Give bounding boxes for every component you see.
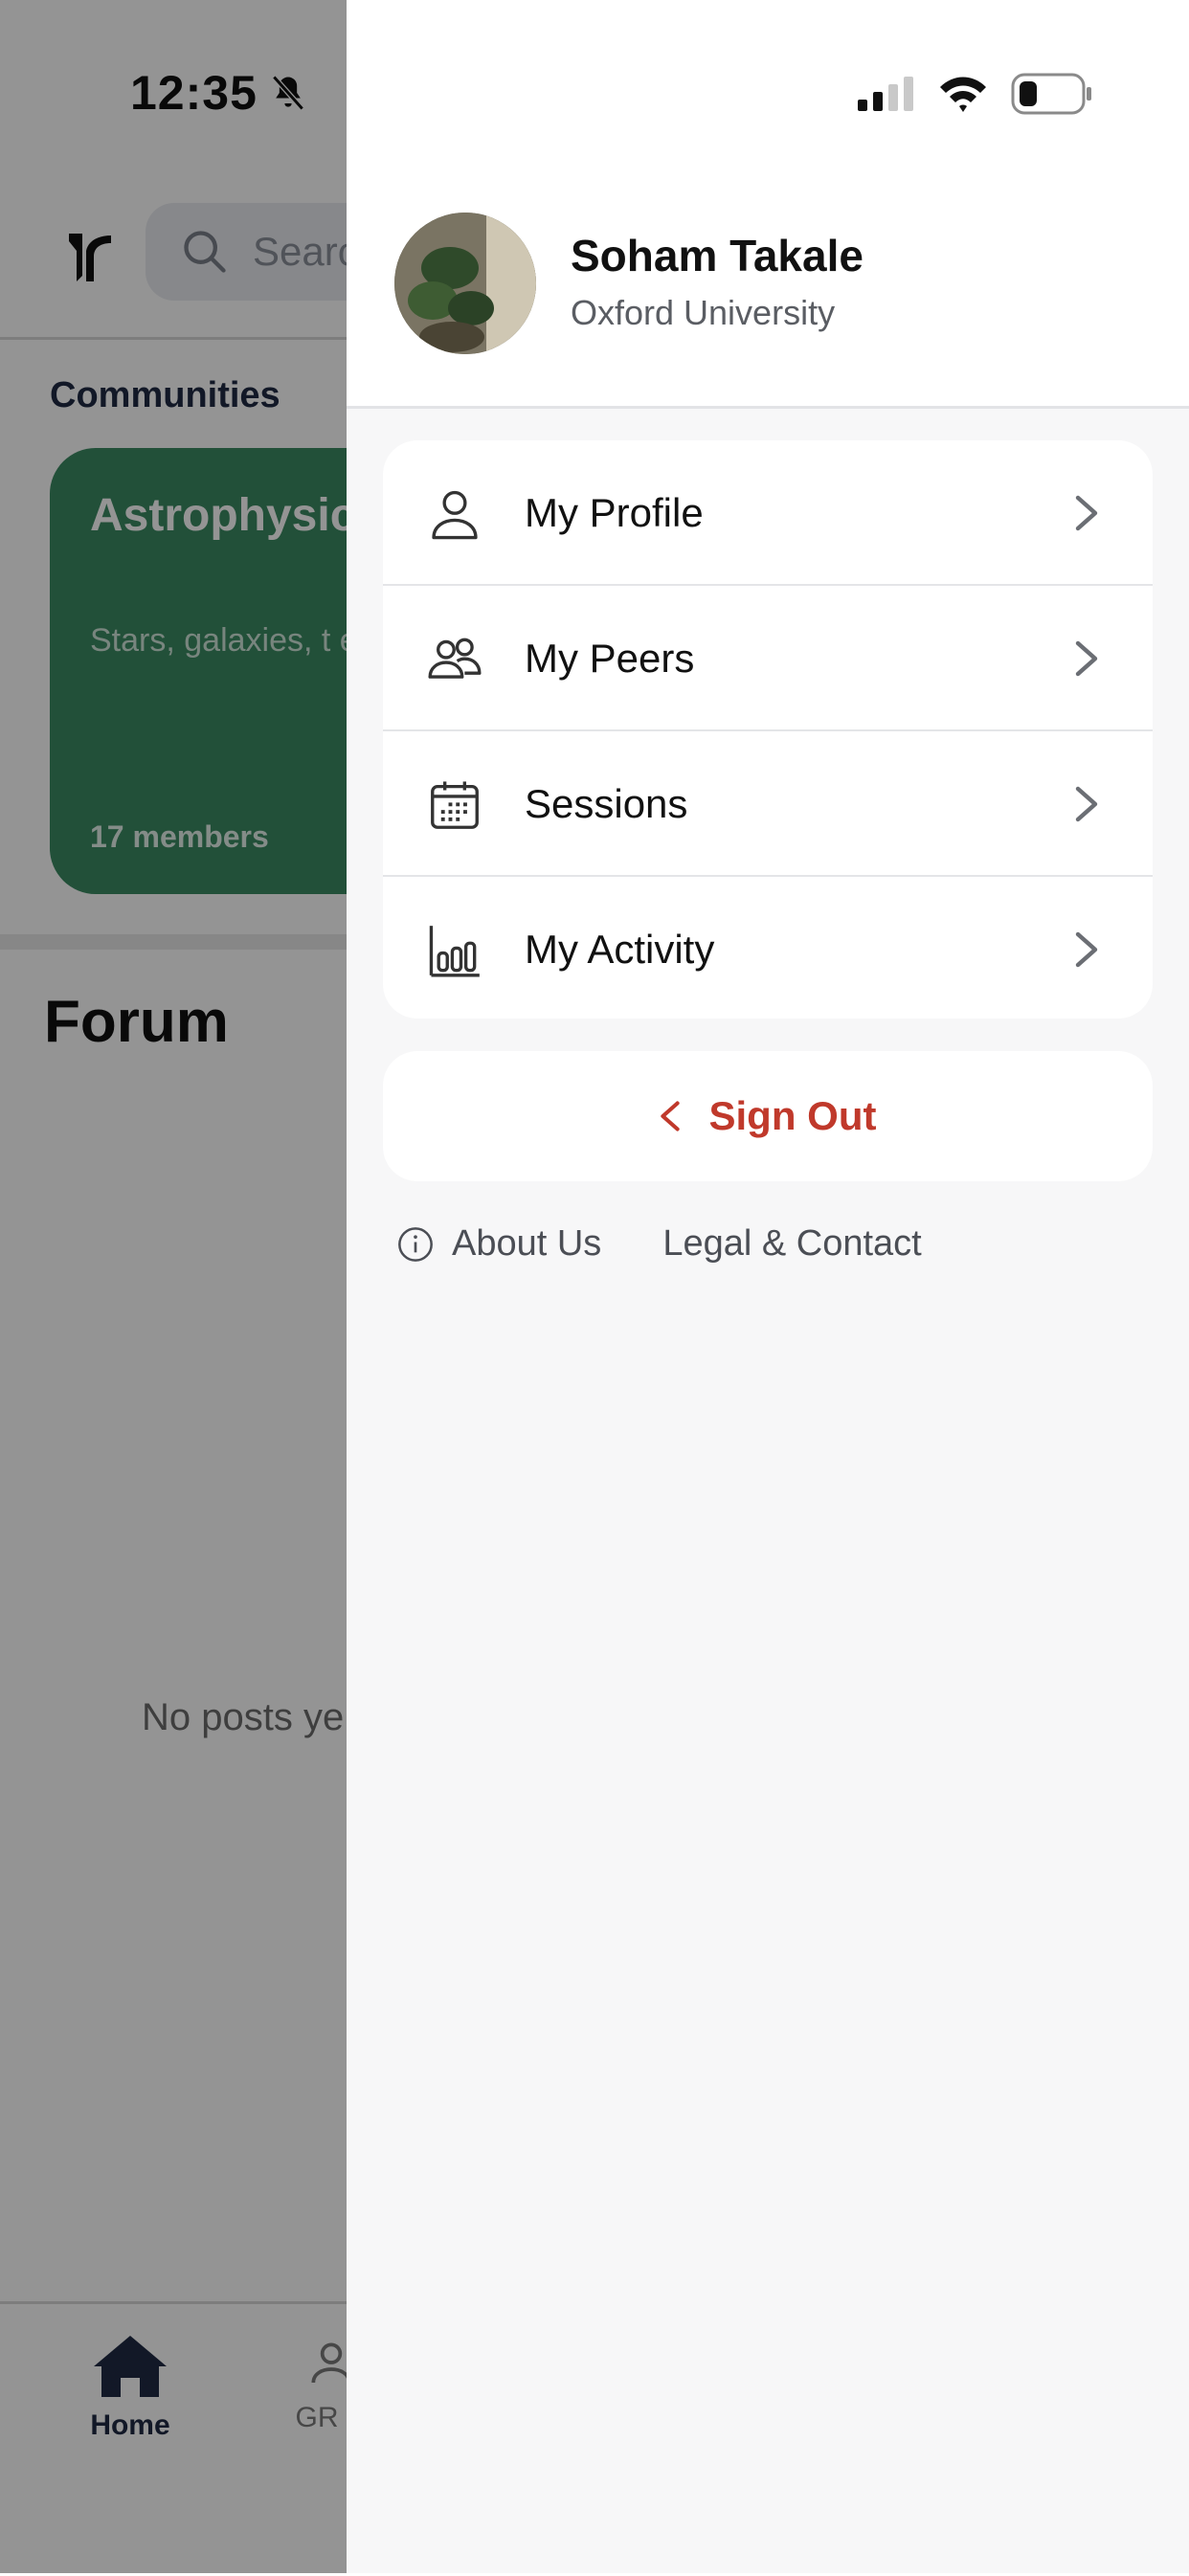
person-icon — [432, 490, 478, 540]
drawer-header: Soham Takale Oxford University — [347, 0, 1189, 409]
drawer-footer: About Us Legal & Contact — [396, 1223, 922, 1265]
sign-out-button[interactable]: Sign Out — [383, 1051, 1153, 1181]
legal-contact-link[interactable]: Legal & Contact — [662, 1223, 921, 1265]
menu-label-my-activity: My Activity — [525, 927, 715, 972]
avatar[interactable] — [394, 213, 536, 354]
user-school: Oxford University — [571, 293, 836, 332]
menu-item-sessions[interactable]: Sessions — [383, 731, 1153, 877]
chevron-left-icon — [660, 1101, 680, 1131]
status-icons — [856, 73, 1093, 115]
wifi-icon — [940, 77, 986, 112]
menu-item-my-profile[interactable]: My Profile — [383, 440, 1153, 586]
menu-item-my-peers[interactable]: My Peers — [383, 586, 1153, 731]
menu-label-sessions: Sessions — [525, 781, 688, 826]
bar-chart-icon — [429, 926, 480, 977]
menu-label-my-peers: My Peers — [525, 636, 695, 681]
calendar-icon — [431, 781, 479, 829]
menu-item-my-activity[interactable]: My Activity — [383, 877, 1153, 1019]
user-name: Soham Takale — [571, 231, 864, 280]
peers-icon — [428, 638, 482, 679]
chevron-right-icon — [1075, 640, 1098, 677]
cellular-signal-icon — [858, 77, 913, 111]
chevron-right-icon — [1075, 495, 1098, 531]
battery-icon — [1011, 73, 1091, 115]
drawer-menu: My Profile My Peers Sessions My Activity — [383, 440, 1153, 1019]
info-icon — [398, 1226, 433, 1262]
chevron-right-icon — [1075, 786, 1098, 822]
sign-out-label: Sign Out — [708, 1093, 877, 1138]
menu-label-my-profile: My Profile — [525, 490, 704, 535]
chevron-right-icon — [1075, 931, 1098, 968]
about-us-label: About Us — [452, 1223, 602, 1264]
about-us-link[interactable]: About Us — [396, 1223, 601, 1265]
side-drawer: Soham Takale Oxford University My Profil… — [347, 0, 1189, 2573]
